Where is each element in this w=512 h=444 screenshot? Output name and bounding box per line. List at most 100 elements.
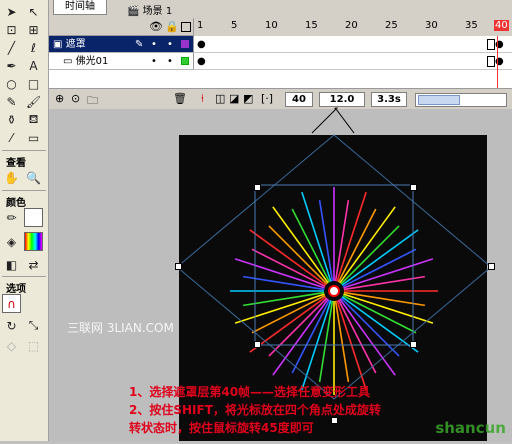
outline-icon[interactable] — [181, 22, 191, 32]
frame-row[interactable]: ● ● — [194, 36, 512, 53]
oval-tool-icon[interactable]: ○ — [2, 74, 21, 93]
stage-area[interactable]: 三联网 3LIAN.COM 1、选择遮罩层第40帧——选择任意变形工具 2、按住… — [49, 109, 512, 441]
frame-rate-field[interactable]: 12.0 fps — [319, 92, 365, 118]
mask-layer-icon: ▣ — [53, 39, 63, 50]
arrow-tool-icon[interactable]: ➤ — [2, 2, 21, 21]
lock-dot[interactable]: • — [167, 36, 173, 53]
ruler-label: 35 — [465, 20, 478, 31]
frames-area[interactable]: ● ● ● ● — [194, 36, 512, 88]
lock-icon[interactable]: 🔒 — [165, 20, 179, 33]
edit-multiple-icon[interactable]: ◩ — [243, 92, 253, 105]
fill-color-swatch[interactable] — [24, 232, 43, 251]
eye-icon[interactable]: 👁 — [149, 20, 163, 33]
instruction-line: 1、选择遮罩层第40帧——选择任意变形工具 — [129, 385, 371, 399]
watermark-text: 三联网 3LIAN.COM — [67, 321, 174, 335]
snap-magnet-icon[interactable]: ∩ — [2, 294, 21, 313]
frame-ruler[interactable]: 1 5 10 15 20 25 30 35 40 — [194, 18, 512, 37]
timeline-tab[interactable]: 时间轴 — [53, 0, 107, 15]
pen-tool-icon[interactable]: ✒ — [2, 56, 21, 75]
paint-bucket-tool-icon[interactable]: ⛾ — [24, 110, 43, 129]
transform-handle[interactable] — [410, 184, 417, 191]
timeline-panel: 时间轴 🎬 场景 1 👁 🔒 ▣ 遮罩 ✎ • • ▭ 佛光01 • • 1 5… — [49, 0, 512, 118]
options-section-label: 选项 — [6, 284, 26, 295]
frame-row[interactable]: ● ● — [194, 53, 512, 70]
keyframe-dot[interactable]: ● — [197, 39, 206, 50]
ruler-label: 20 — [345, 20, 358, 31]
current-frame-field[interactable]: 40 — [285, 92, 313, 107]
transform-handle[interactable] — [254, 184, 261, 191]
ink-bottle-tool-icon[interactable]: ⚱ — [2, 110, 21, 129]
add-layer-icon[interactable]: ⊕ — [55, 92, 64, 105]
scrollbar-thumb[interactable] — [418, 95, 460, 105]
site-logo: shancun — [435, 419, 506, 437]
visibility-dot[interactable]: • — [151, 36, 157, 53]
onion-outline-icon[interactable]: ◪ — [229, 92, 239, 105]
view-section-label: 查看 — [6, 158, 26, 169]
eraser-tool-icon[interactable]: ▭ — [24, 128, 43, 147]
playhead-line — [497, 36, 498, 88]
instruction-line: 2、按住SHIFT，将光标放在四个角点处成旋转 — [129, 403, 381, 417]
layer-row-guang[interactable]: ▭ 佛光01 • • — [49, 53, 194, 70]
scene-breadcrumb[interactable]: 🎬 场景 1 — [127, 2, 172, 17]
rectangle-tool-icon[interactable]: □ — [24, 74, 43, 93]
tools-panel: ➤ ↖ ⊡ ⊞ ╱ ℓ ✒ A ○ □ ✎ 🖌 ⚱ ⛾ ⁄ ▭ 查看 ✋ 🔍 颜… — [0, 0, 49, 441]
envelope-icon[interactable]: ⬚ — [24, 336, 43, 355]
hand-tool-icon[interactable]: ✋ — [2, 168, 21, 187]
playhead-label[interactable]: 40 — [494, 20, 509, 31]
rotate-skew-icon[interactable]: ↻ — [2, 316, 21, 335]
colors-section-label: 颜色 — [6, 198, 26, 209]
swap-colors-icon[interactable]: ⇄ — [24, 255, 43, 274]
brush-tool-icon[interactable]: 🖌 — [24, 92, 43, 111]
layer-header: 👁 🔒 — [49, 18, 194, 36]
fill-transform-tool-icon[interactable]: ⊞ — [24, 20, 43, 39]
zoom-tool-icon[interactable]: 🔍 — [24, 168, 43, 187]
transform-handle[interactable] — [488, 263, 495, 270]
divider — [2, 150, 46, 151]
divider — [2, 276, 46, 277]
ruler-label: 5 — [231, 20, 238, 31]
elapsed-time-field[interactable]: 3.3s — [371, 92, 407, 107]
layer-row-mask[interactable]: ▣ 遮罩 ✎ • • — [49, 36, 194, 53]
eyedropper-tool-icon[interactable]: ⁄ — [2, 128, 21, 147]
timeline-controls: ⊕ ⊙ 🗀 🗑 ⍿ ◫ ◪ ◩ [·] 40 12.0 fps 3.3s — [49, 88, 512, 118]
ruler-label: 1 — [197, 20, 204, 31]
scale-icon[interactable]: ⤡ — [24, 316, 43, 335]
onion-skin-icon[interactable]: ◫ — [215, 92, 225, 105]
text-tool-icon[interactable]: A — [24, 56, 43, 75]
subselect-tool-icon[interactable]: ↖ — [24, 2, 43, 21]
transform-handle[interactable] — [331, 417, 338, 424]
horizontal-scrollbar[interactable] — [415, 93, 507, 107]
center-frame-icon[interactable]: ⍿ — [201, 92, 204, 106]
black-white-icon[interactable]: ◧ — [2, 255, 21, 274]
end-frame-marker[interactable] — [487, 39, 495, 50]
layer-empty-area — [49, 70, 194, 88]
end-frame-marker[interactable] — [487, 56, 495, 67]
layer-color-swatch[interactable] — [181, 57, 189, 65]
stroke-color-swatch[interactable] — [24, 208, 43, 227]
delete-layer-icon[interactable]: 🗑 — [173, 92, 187, 105]
free-transform-tool-icon[interactable]: ⊡ — [2, 20, 21, 39]
transform-handle[interactable] — [175, 263, 182, 270]
layer-name: 佛光01 — [75, 56, 109, 67]
transform-handle[interactable] — [410, 341, 417, 348]
layer-name: 遮罩 — [65, 39, 86, 50]
stroke-color-icon[interactable]: ✏ — [2, 208, 21, 227]
line-tool-icon[interactable]: ╱ — [2, 38, 21, 57]
layer-icon: ▭ — [63, 56, 73, 67]
instruction-line: 转状态时，按住鼠标旋转45度即可 — [129, 421, 314, 435]
layer-color-swatch[interactable] — [181, 40, 189, 48]
visibility-dot[interactable]: • — [151, 53, 157, 70]
lock-dot[interactable]: • — [167, 53, 173, 70]
distort-icon[interactable]: ◇ — [2, 336, 21, 355]
timeline-header: 时间轴 🎬 场景 1 — [49, 0, 512, 19]
add-guide-icon[interactable]: ⊙ — [71, 92, 80, 105]
onion-markers-icon[interactable]: [·] — [261, 92, 273, 105]
ruler-label: 10 — [265, 20, 278, 31]
fill-color-icon[interactable]: ◈ — [2, 232, 21, 251]
ruler-label: 25 — [385, 20, 398, 31]
lasso-tool-icon[interactable]: ℓ — [24, 38, 43, 57]
scene-name: 场景 1 — [142, 6, 173, 17]
keyframe-dot[interactable]: ● — [197, 56, 206, 67]
transform-handle[interactable] — [254, 341, 261, 348]
pencil-tool-icon[interactable]: ✎ — [2, 92, 21, 111]
